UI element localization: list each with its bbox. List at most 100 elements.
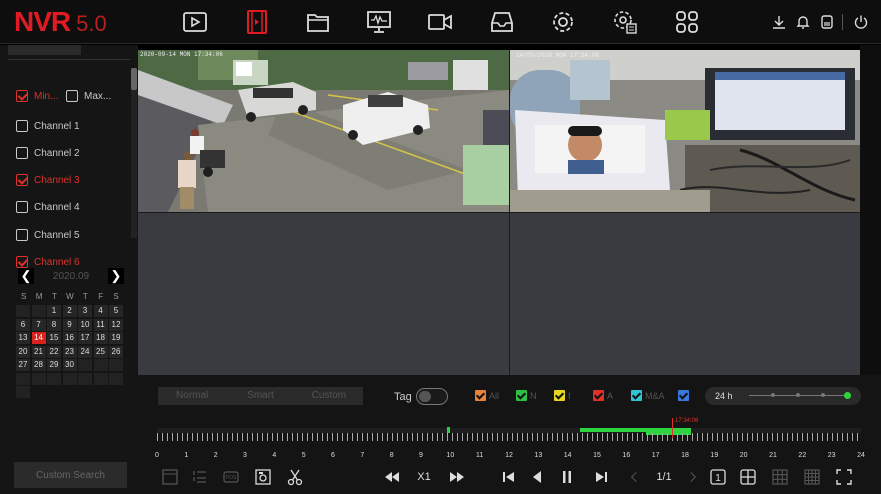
calendar-day[interactable]: 1 xyxy=(47,305,61,317)
filter-max-checkbox[interactable]: Max... xyxy=(66,90,111,102)
camera-view-2[interactable]: 14/09/2020 MON 17:34:06 xyxy=(510,50,860,212)
calendar-day[interactable]: 29 xyxy=(47,359,61,371)
apps-grid-icon[interactable] xyxy=(672,7,702,37)
filter-min-checkbox[interactable]: Min... xyxy=(16,90,58,102)
bell-icon[interactable] xyxy=(795,14,811,30)
calendar-day[interactable]: 2 xyxy=(62,305,77,317)
filter-other[interactable] xyxy=(678,390,692,401)
calendar-day[interactable]: 10 xyxy=(78,318,92,331)
fullscreen-icon[interactable] xyxy=(834,466,854,488)
channel-1-checkbox[interactable]: Channel 1 xyxy=(16,120,80,132)
timeline-zoom-slider[interactable]: 24 h xyxy=(705,387,861,405)
calendar-day[interactable]: 30 xyxy=(62,359,77,371)
system-settings-icon[interactable] xyxy=(610,7,640,37)
mode-custom[interactable]: Custom xyxy=(295,387,363,405)
timeline-ticks xyxy=(157,433,861,441)
calendar-day[interactable]: 8 xyxy=(47,318,61,331)
hour-label: 7 xyxy=(360,452,365,459)
nine-view-icon[interactable] xyxy=(770,466,790,488)
weekday-label: S xyxy=(21,292,27,301)
calendar-day[interactable]: 5 xyxy=(109,305,123,317)
hour-label: 24 xyxy=(857,452,865,459)
single-view-icon[interactable]: 1 xyxy=(708,466,728,488)
camera-view-1[interactable]: 2020-09-14 MON 17:34:06 xyxy=(138,50,509,212)
reverse-play-icon[interactable] xyxy=(527,466,547,488)
calendar-day[interactable]: 24 xyxy=(78,345,92,358)
calendar-day[interactable]: 7 xyxy=(31,318,46,331)
channel-4-checkbox[interactable]: Channel 4 xyxy=(16,201,80,213)
previous-icon[interactable] xyxy=(498,466,518,488)
filter-alarm[interactable]: A xyxy=(593,390,613,401)
settings-icon[interactable] xyxy=(548,7,578,37)
zoom-knob[interactable] xyxy=(844,392,851,399)
prev-month-button[interactable]: ❮ xyxy=(18,268,34,284)
storage-icon[interactable] xyxy=(819,14,835,30)
channel-scrollbar[interactable] xyxy=(131,68,137,238)
calendar-day[interactable]: 14 xyxy=(31,332,46,344)
calendar-day[interactable]: 28 xyxy=(31,359,46,371)
clip-scissors-icon[interactable] xyxy=(285,466,305,488)
snapshot-icon[interactable] xyxy=(253,466,273,488)
next-page-icon[interactable] xyxy=(686,466,700,488)
calendar-day[interactable]: 23 xyxy=(62,345,77,358)
calendar-day[interactable]: 15 xyxy=(47,332,61,344)
calendar-empty-cell xyxy=(47,372,61,385)
monitor-icon[interactable] xyxy=(364,7,394,37)
archive-icon[interactable] xyxy=(487,7,517,37)
channel-6-checkbox[interactable]: Channel 6 xyxy=(16,256,80,268)
channel-3-checkbox[interactable]: Channel 3 xyxy=(16,174,80,186)
calendar-day[interactable]: 6 xyxy=(16,318,30,331)
hour-label: 19 xyxy=(710,452,719,459)
calendar-day[interactable]: 19 xyxy=(109,332,123,344)
list-icon[interactable] xyxy=(190,466,210,488)
calendar-day[interactable]: 4 xyxy=(93,305,108,317)
tag-toggle[interactable] xyxy=(415,388,448,405)
weekday-label: M xyxy=(35,292,43,301)
calendar-day[interactable]: 16 xyxy=(62,332,77,344)
calendar-day[interactable]: 9 xyxy=(62,318,77,331)
prev-page-icon[interactable] xyxy=(627,466,641,488)
calendar-day[interactable]: 27 xyxy=(16,359,30,371)
folder-icon[interactable] xyxy=(303,7,333,37)
video-clip-icon[interactable] xyxy=(242,7,272,37)
split-view-icon[interactable] xyxy=(160,466,180,488)
playhead[interactable] xyxy=(672,418,673,438)
download-icon[interactable] xyxy=(771,14,787,30)
calendar-day[interactable]: 20 xyxy=(16,345,30,358)
sixteen-view-icon[interactable] xyxy=(802,466,822,488)
filter-motion-alarm[interactable]: M&A xyxy=(631,390,665,401)
hour-label: 18 xyxy=(681,452,689,459)
pause-icon[interactable] xyxy=(557,466,577,488)
next-icon[interactable] xyxy=(592,466,612,488)
calendar-day[interactable]: 26 xyxy=(109,345,123,358)
filter-normal[interactable]: N xyxy=(516,390,537,401)
channel-2-checkbox[interactable]: Channel 2 xyxy=(16,147,80,159)
custom-search-button[interactable]: Custom Search xyxy=(14,462,127,488)
channel-5-checkbox[interactable]: Channel 5 xyxy=(16,229,80,241)
next-month-button[interactable]: ❯ xyxy=(108,268,124,284)
calendar-day[interactable]: 25 xyxy=(93,345,108,358)
calendar-day[interactable]: 17 xyxy=(78,332,92,344)
mode-normal[interactable]: Normal xyxy=(158,387,226,405)
calendar-day[interactable]: 11 xyxy=(93,318,108,331)
camera-icon[interactable] xyxy=(425,7,455,37)
pos-icon[interactable]: POS xyxy=(221,466,241,488)
playback-icon[interactable] xyxy=(180,7,210,37)
filter-intelligent[interactable]: I xyxy=(554,390,571,401)
calendar-day[interactable]: 13 xyxy=(16,332,30,344)
scrollbar-thumb[interactable] xyxy=(131,68,137,90)
quad-view-icon[interactable] xyxy=(738,466,758,488)
calendar-day[interactable]: 22 xyxy=(47,345,61,358)
calendar-day[interactable]: 21 xyxy=(31,345,46,358)
fast-forward-icon[interactable] xyxy=(447,466,467,488)
camera-1-timestamp: 2020-09-14 MON 17:34:06 xyxy=(140,51,223,58)
rewind-icon[interactable] xyxy=(382,466,402,488)
filter-all[interactable]: All xyxy=(475,390,499,401)
calendar-day[interactable]: 12 xyxy=(109,318,123,331)
calendar-empty-cell xyxy=(16,386,30,398)
calendar-day[interactable]: 18 xyxy=(93,332,108,344)
calendar-day[interactable]: 3 xyxy=(78,305,92,317)
channel-label: Channel 6 xyxy=(34,256,80,268)
power-icon[interactable] xyxy=(853,14,869,30)
mode-smart[interactable]: Smart xyxy=(226,387,294,405)
